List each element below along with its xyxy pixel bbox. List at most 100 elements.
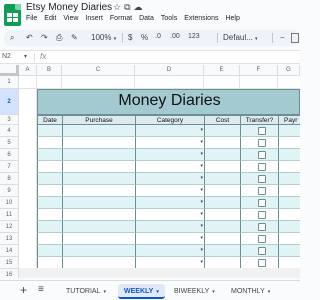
transfer-cell[interactable] xyxy=(240,233,279,245)
column-header-c[interactable]: C xyxy=(62,65,135,76)
undo-icon[interactable]: ↶ xyxy=(26,33,33,42)
tab-biweekly[interactable]: BIWEEKLY ▾ xyxy=(168,284,221,299)
purchase-cell[interactable] xyxy=(62,161,136,173)
payment-cell[interactable] xyxy=(278,221,300,233)
cost-cell[interactable] xyxy=(204,173,241,185)
menu-tools[interactable]: Tools xyxy=(161,15,177,22)
tab-tutorial[interactable]: TUTORIAL ▾ xyxy=(60,284,112,299)
category-cell[interactable]: ▾ xyxy=(135,233,205,245)
date-cell[interactable] xyxy=(37,233,63,245)
row-header[interactable]: 5 xyxy=(0,137,19,149)
purchase-cell[interactable] xyxy=(62,173,136,185)
add-sheet-icon[interactable]: + xyxy=(20,283,27,297)
payment-cell[interactable] xyxy=(278,233,300,245)
row-header[interactable]: 16 xyxy=(0,269,19,278)
transfer-cell[interactable] xyxy=(240,161,279,173)
payment-cell[interactable] xyxy=(278,137,300,149)
transfer-cell[interactable] xyxy=(240,245,279,257)
cost-cell[interactable] xyxy=(204,233,241,245)
payment-cell[interactable] xyxy=(278,245,300,257)
percent-format-button[interactable]: % xyxy=(141,33,148,42)
dropdown-arrow-icon[interactable]: ▾ xyxy=(200,259,203,265)
purchase-cell[interactable] xyxy=(62,149,136,161)
transfer-checkbox[interactable] xyxy=(258,175,266,183)
paint-format-icon[interactable]: ✎ xyxy=(71,33,78,42)
transfer-checkbox[interactable] xyxy=(258,127,266,135)
font-select[interactable]: Defaul... ▾ xyxy=(223,33,258,42)
dropdown-arrow-icon[interactable]: ▾ xyxy=(200,139,203,145)
cost-cell[interactable] xyxy=(204,125,241,137)
menu-view[interactable]: View xyxy=(63,15,78,22)
purchase-cell[interactable] xyxy=(62,209,136,221)
category-cell[interactable]: ▾ xyxy=(135,149,205,161)
payment-cell[interactable] xyxy=(278,197,300,209)
transfer-cell[interactable] xyxy=(240,173,279,185)
category-cell[interactable]: ▾ xyxy=(135,125,205,137)
transfer-cell[interactable] xyxy=(240,221,279,233)
tab-weekly[interactable]: WEEKLY ▾ xyxy=(118,284,165,299)
move-icon[interactable]: ⧉ xyxy=(124,2,133,12)
header-purchase[interactable]: Purchase xyxy=(62,115,136,125)
transfer-cell[interactable] xyxy=(240,125,279,137)
row-header[interactable]: 7 xyxy=(0,161,19,173)
purchase-cell[interactable] xyxy=(62,197,136,209)
zoom-select[interactable]: 100% ▾ xyxy=(91,33,116,42)
currency-format-button[interactable]: $ xyxy=(128,33,132,42)
transfer-cell[interactable] xyxy=(240,197,279,209)
date-cell[interactable] xyxy=(37,221,63,233)
cost-cell[interactable] xyxy=(204,245,241,257)
decrease-decimal-button[interactable]: .0 xyxy=(155,33,161,40)
header-category[interactable]: Category xyxy=(135,115,205,125)
category-cell[interactable]: ▾ xyxy=(135,197,205,209)
cost-cell[interactable] xyxy=(204,197,241,209)
transfer-checkbox[interactable] xyxy=(258,223,266,231)
purchase-cell[interactable] xyxy=(62,125,136,137)
transfer-cell[interactable] xyxy=(240,209,279,221)
date-cell[interactable] xyxy=(37,161,63,173)
transfer-checkbox[interactable] xyxy=(258,259,266,267)
column-header-e[interactable]: E xyxy=(204,65,240,76)
date-cell[interactable] xyxy=(37,149,63,161)
row-header[interactable]: 11 xyxy=(0,209,19,221)
date-cell[interactable] xyxy=(37,197,63,209)
transfer-checkbox[interactable] xyxy=(258,235,266,243)
row-header[interactable]: 12 xyxy=(0,221,19,233)
transfer-checkbox[interactable] xyxy=(258,163,266,171)
date-cell[interactable] xyxy=(37,245,63,257)
menu-file[interactable]: File xyxy=(26,15,37,22)
cost-cell[interactable] xyxy=(204,185,241,197)
column-header-f[interactable]: F xyxy=(240,65,278,76)
menu-help[interactable]: Help xyxy=(225,15,239,22)
dropdown-arrow-icon[interactable]: ▾ xyxy=(200,211,203,217)
row-header[interactable]: 14 xyxy=(0,245,19,257)
table-title-banner[interactable]: Money Diaries xyxy=(37,89,300,115)
row-header-selected[interactable]: 2 xyxy=(0,89,19,115)
transfer-cell[interactable] xyxy=(240,185,279,197)
date-cell[interactable] xyxy=(37,125,63,137)
menu-data[interactable]: Data xyxy=(139,15,154,22)
decrease-font-size-icon[interactable]: − xyxy=(280,33,285,42)
select-all-corner[interactable] xyxy=(0,65,19,76)
date-cell[interactable] xyxy=(37,209,63,221)
header-payment[interactable]: Payr xyxy=(278,115,300,125)
menu-insert[interactable]: Insert xyxy=(85,15,103,22)
category-cell[interactable]: ▾ xyxy=(135,245,205,257)
category-cell[interactable]: ▾ xyxy=(135,185,205,197)
row-header[interactable]: 9 xyxy=(0,185,19,197)
dropdown-arrow-icon[interactable]: ▾ xyxy=(200,235,203,241)
transfer-checkbox[interactable] xyxy=(258,247,266,255)
transfer-cell[interactable] xyxy=(240,137,279,149)
category-cell[interactable]: ▾ xyxy=(135,173,205,185)
purchase-cell[interactable] xyxy=(62,137,136,149)
cost-cell[interactable] xyxy=(204,161,241,173)
column-header-a[interactable]: A xyxy=(19,65,37,76)
print-icon[interactable]: ⎙ xyxy=(56,33,62,43)
header-date[interactable]: Date xyxy=(37,115,63,125)
payment-cell[interactable] xyxy=(278,209,300,221)
dropdown-arrow-icon[interactable]: ▾ xyxy=(200,175,203,181)
redo-icon[interactable]: ↷ xyxy=(41,33,48,42)
transfer-checkbox[interactable] xyxy=(258,151,266,159)
category-cell[interactable]: ▾ xyxy=(135,161,205,173)
cost-cell[interactable] xyxy=(204,221,241,233)
row-header[interactable]: 6 xyxy=(0,149,19,161)
